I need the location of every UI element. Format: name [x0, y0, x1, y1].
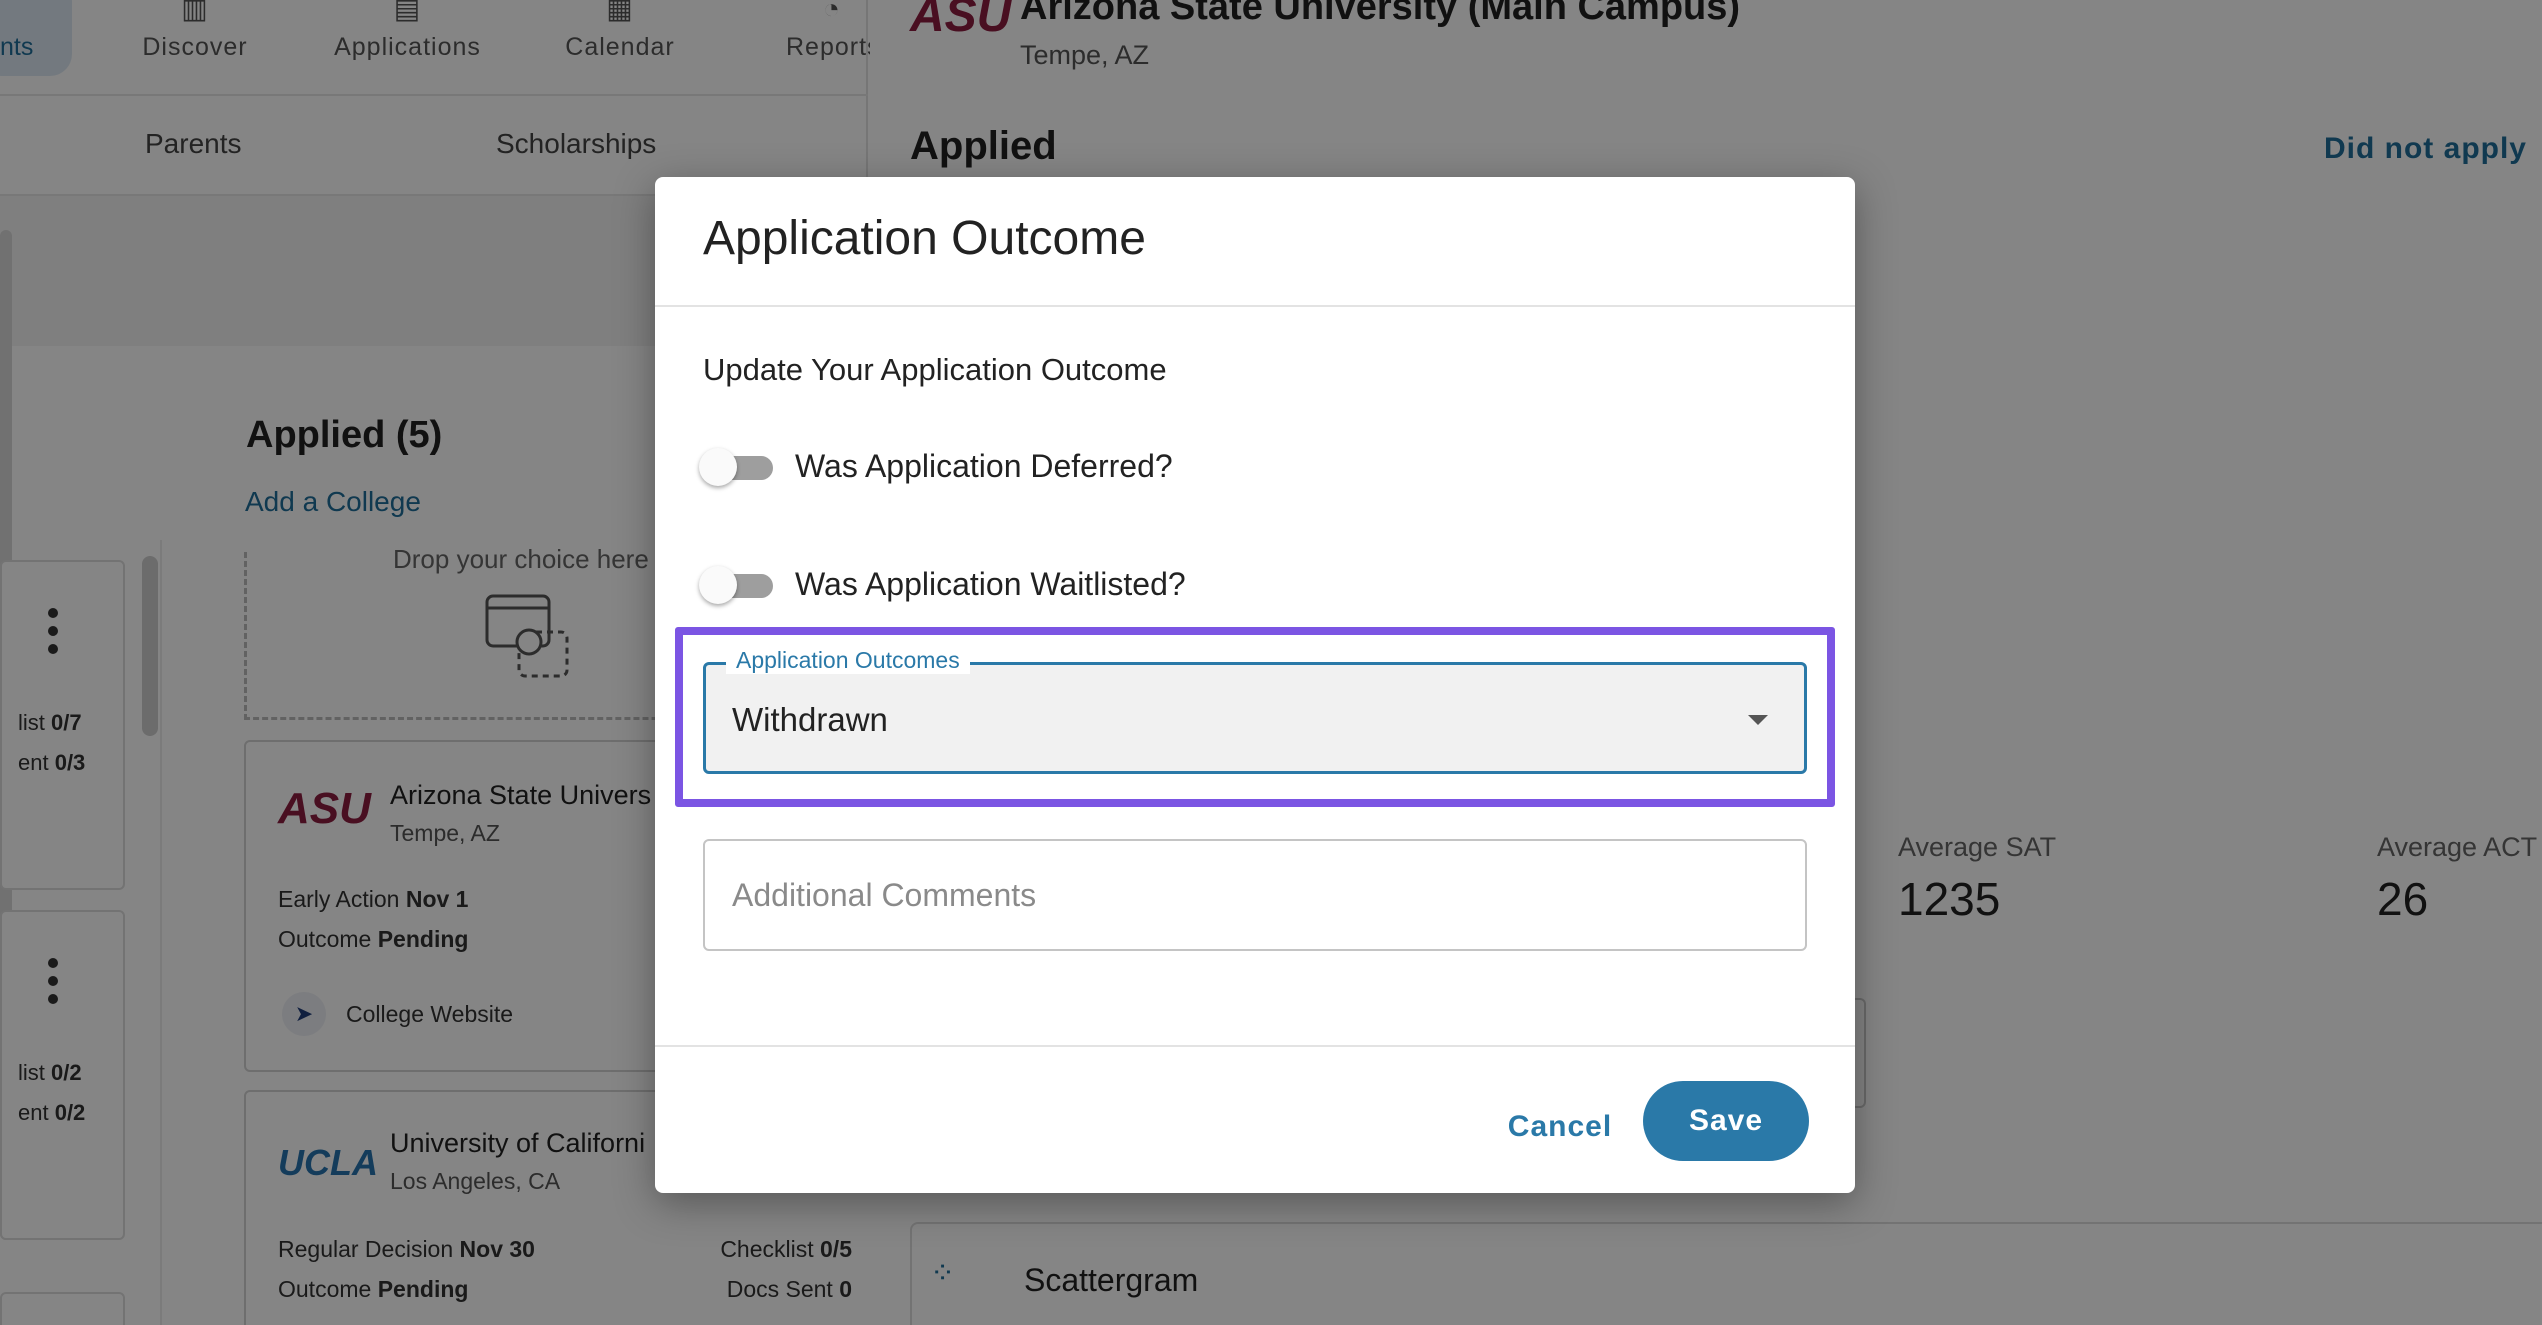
- waitlisted-toggle[interactable]: [699, 564, 773, 604]
- deferred-toggle-label: Was Application Deferred?: [795, 447, 1173, 484]
- application-outcome-dialog: Application Outcome Update Your Applicat…: [655, 177, 1855, 1193]
- save-button[interactable]: Save: [1643, 1081, 1809, 1161]
- waitlisted-toggle-row: Was Application Waitlisted?: [699, 564, 1186, 604]
- caret-down-icon: [1748, 715, 1768, 725]
- dialog-divider: [655, 305, 1855, 307]
- application-outcomes-select[interactable]: Application Outcomes Withdrawn: [703, 647, 1807, 774]
- cancel-button[interactable]: Cancel: [1493, 1095, 1627, 1159]
- toggle-thumb: [699, 448, 737, 486]
- waitlisted-toggle-label: Was Application Waitlisted?: [795, 565, 1186, 602]
- dialog-title: Application Outcome: [703, 212, 1146, 265]
- additional-comments-input[interactable]: [703, 839, 1807, 951]
- application-outcomes-value: Withdrawn: [732, 701, 888, 738]
- deferred-toggle[interactable]: [699, 446, 773, 486]
- deferred-toggle-row: Was Application Deferred?: [699, 446, 1173, 486]
- toggle-thumb: [699, 566, 737, 604]
- dialog-footer-divider: [655, 1045, 1855, 1047]
- application-outcomes-label: Application Outcomes: [726, 647, 970, 674]
- dialog-subtitle: Update Your Application Outcome: [703, 352, 1167, 387]
